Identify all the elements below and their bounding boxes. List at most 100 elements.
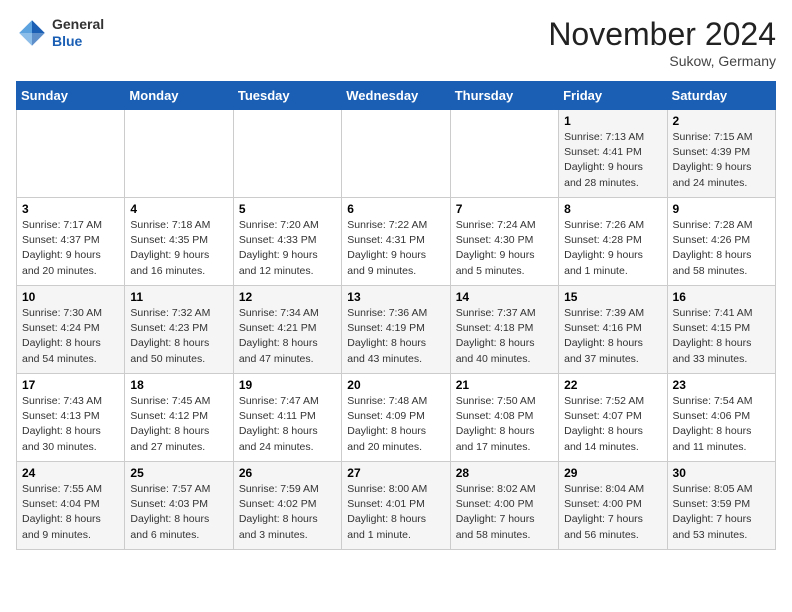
weekday-header-tuesday: Tuesday (233, 82, 341, 110)
day-cell (342, 110, 450, 198)
calendar-table: SundayMondayTuesdayWednesdayThursdayFrid… (16, 81, 776, 550)
weekday-header-saturday: Saturday (667, 82, 775, 110)
day-cell: 30 Sunrise: 8:05 AM Sunset: 3:59 PM Dayli… (667, 462, 775, 550)
day-cell: 12 Sunrise: 7:34 AM Sunset: 4:21 PM Dayli… (233, 286, 341, 374)
day-info: Sunrise: 8:05 AM Sunset: 3:59 PM Dayligh… (673, 482, 770, 543)
weekday-header-friday: Friday (559, 82, 667, 110)
day-number: 24 (22, 466, 119, 480)
day-number: 23 (673, 378, 770, 392)
day-number: 5 (239, 202, 336, 216)
day-cell: 28Sunrise: 8:02 AM Sunset: 4:00 PM Dayli… (450, 462, 558, 550)
week-row: 1 Sunrise: 7:13 AM Sunset: 4:41 PM Daylig… (17, 110, 776, 198)
day-cell: 2 Sunrise: 7:15 AM Sunset: 4:39 PM Daylig… (667, 110, 775, 198)
day-info: Sunrise: 7:41 AM Sunset: 4:15 PM Dayligh… (673, 306, 770, 367)
page-header: General Blue November 2024 Sukow, German… (16, 16, 776, 69)
day-number: 4 (130, 202, 227, 216)
day-number: 28 (456, 466, 553, 480)
logo-icon (16, 17, 48, 49)
day-info: Sunrise: 7:37 AM Sunset: 4:18 PM Dayligh… (456, 306, 553, 367)
logo-text: General Blue (52, 16, 104, 50)
day-number: 6 (347, 202, 444, 216)
day-cell: 8Sunrise: 7:26 AM Sunset: 4:28 PM Daylig… (559, 198, 667, 286)
day-cell: 7 Sunrise: 7:24 AM Sunset: 4:30 PM Daylig… (450, 198, 558, 286)
calendar-body: 1 Sunrise: 7:13 AM Sunset: 4:41 PM Daylig… (17, 110, 776, 550)
day-number: 21 (456, 378, 553, 392)
day-cell: 10Sunrise: 7:30 AM Sunset: 4:24 PM Dayli… (17, 286, 125, 374)
day-info: Sunrise: 7:50 AM Sunset: 4:08 PM Dayligh… (456, 394, 553, 455)
day-number: 3 (22, 202, 119, 216)
day-number: 9 (673, 202, 770, 216)
day-number: 19 (239, 378, 336, 392)
week-row: 17 Sunrise: 7:43 AM Sunset: 4:13 PM Dayli… (17, 374, 776, 462)
day-info: Sunrise: 7:36 AM Sunset: 4:19 PM Dayligh… (347, 306, 444, 367)
day-cell: 20 Sunrise: 7:48 AM Sunset: 4:09 PM Dayli… (342, 374, 450, 462)
day-number: 12 (239, 290, 336, 304)
day-number: 2 (673, 114, 770, 128)
day-info: Sunrise: 7:32 AM Sunset: 4:23 PM Dayligh… (130, 306, 227, 367)
day-info: Sunrise: 7:48 AM Sunset: 4:09 PM Dayligh… (347, 394, 444, 455)
day-cell: 4 Sunrise: 7:18 AM Sunset: 4:35 PM Daylig… (125, 198, 233, 286)
day-number: 13 (347, 290, 444, 304)
day-number: 27 (347, 466, 444, 480)
day-info: Sunrise: 7:18 AM Sunset: 4:35 PM Dayligh… (130, 218, 227, 279)
day-cell: 11 Sunrise: 7:32 AM Sunset: 4:23 PM Dayli… (125, 286, 233, 374)
day-cell: 6 Sunrise: 7:22 AM Sunset: 4:31 PM Daylig… (342, 198, 450, 286)
title-block: November 2024 Sukow, Germany (548, 16, 776, 69)
day-number: 20 (347, 378, 444, 392)
week-row: 10Sunrise: 7:30 AM Sunset: 4:24 PM Dayli… (17, 286, 776, 374)
day-info: Sunrise: 7:28 AM Sunset: 4:26 PM Dayligh… (673, 218, 770, 279)
day-cell (17, 110, 125, 198)
day-cell (125, 110, 233, 198)
day-info: Sunrise: 7:43 AM Sunset: 4:13 PM Dayligh… (22, 394, 119, 455)
day-number: 29 (564, 466, 661, 480)
day-number: 11 (130, 290, 227, 304)
day-cell: 23Sunrise: 7:54 AM Sunset: 4:06 PM Dayli… (667, 374, 775, 462)
weekday-header-monday: Monday (125, 82, 233, 110)
day-number: 16 (673, 290, 770, 304)
day-info: Sunrise: 8:04 AM Sunset: 4:00 PM Dayligh… (564, 482, 661, 543)
day-cell (450, 110, 558, 198)
day-info: Sunrise: 7:13 AM Sunset: 4:41 PM Dayligh… (564, 130, 661, 191)
day-number: 15 (564, 290, 661, 304)
day-number: 10 (22, 290, 119, 304)
day-cell: 14 Sunrise: 7:37 AM Sunset: 4:18 PM Dayli… (450, 286, 558, 374)
day-info: Sunrise: 7:45 AM Sunset: 4:12 PM Dayligh… (130, 394, 227, 455)
day-number: 22 (564, 378, 661, 392)
day-number: 1 (564, 114, 661, 128)
day-number: 14 (456, 290, 553, 304)
day-cell (233, 110, 341, 198)
calendar-header: SundayMondayTuesdayWednesdayThursdayFrid… (17, 82, 776, 110)
day-info: Sunrise: 7:34 AM Sunset: 4:21 PM Dayligh… (239, 306, 336, 367)
day-cell: 1 Sunrise: 7:13 AM Sunset: 4:41 PM Daylig… (559, 110, 667, 198)
day-cell: 26 Sunrise: 7:59 AM Sunset: 4:02 PM Dayli… (233, 462, 341, 550)
day-info: Sunrise: 7:55 AM Sunset: 4:04 PM Dayligh… (22, 482, 119, 543)
day-cell: 25 Sunrise: 7:57 AM Sunset: 4:03 PM Dayli… (125, 462, 233, 550)
day-number: 30 (673, 466, 770, 480)
day-number: 18 (130, 378, 227, 392)
day-info: Sunrise: 7:24 AM Sunset: 4:30 PM Dayligh… (456, 218, 553, 279)
day-cell: 17 Sunrise: 7:43 AM Sunset: 4:13 PM Dayli… (17, 374, 125, 462)
day-cell: 27 Sunrise: 8:00 AM Sunset: 4:01 PM Dayli… (342, 462, 450, 550)
day-cell: 3 Sunrise: 7:17 AM Sunset: 4:37 PM Daylig… (17, 198, 125, 286)
day-info: Sunrise: 8:00 AM Sunset: 4:01 PM Dayligh… (347, 482, 444, 543)
location: Sukow, Germany (548, 53, 776, 69)
day-cell: 18 Sunrise: 7:45 AM Sunset: 4:12 PM Dayli… (125, 374, 233, 462)
day-number: 8 (564, 202, 661, 216)
week-row: 3 Sunrise: 7:17 AM Sunset: 4:37 PM Daylig… (17, 198, 776, 286)
month-title: November 2024 (548, 16, 776, 53)
day-info: Sunrise: 7:59 AM Sunset: 4:02 PM Dayligh… (239, 482, 336, 543)
day-number: 7 (456, 202, 553, 216)
day-info: Sunrise: 7:52 AM Sunset: 4:07 PM Dayligh… (564, 394, 661, 455)
day-cell: 9 Sunrise: 7:28 AM Sunset: 4:26 PM Daylig… (667, 198, 775, 286)
day-cell: 16 Sunrise: 7:41 AM Sunset: 4:15 PM Dayli… (667, 286, 775, 374)
day-info: Sunrise: 7:20 AM Sunset: 4:33 PM Dayligh… (239, 218, 336, 279)
day-info: Sunrise: 7:22 AM Sunset: 4:31 PM Dayligh… (347, 218, 444, 279)
day-number: 25 (130, 466, 227, 480)
weekday-header-thursday: Thursday (450, 82, 558, 110)
day-number: 26 (239, 466, 336, 480)
week-row: 24 Sunrise: 7:55 AM Sunset: 4:04 PM Dayli… (17, 462, 776, 550)
day-number: 17 (22, 378, 119, 392)
day-info: Sunrise: 7:17 AM Sunset: 4:37 PM Dayligh… (22, 218, 119, 279)
day-info: Sunrise: 7:15 AM Sunset: 4:39 PM Dayligh… (673, 130, 770, 191)
day-info: Sunrise: 7:57 AM Sunset: 4:03 PM Dayligh… (130, 482, 227, 543)
